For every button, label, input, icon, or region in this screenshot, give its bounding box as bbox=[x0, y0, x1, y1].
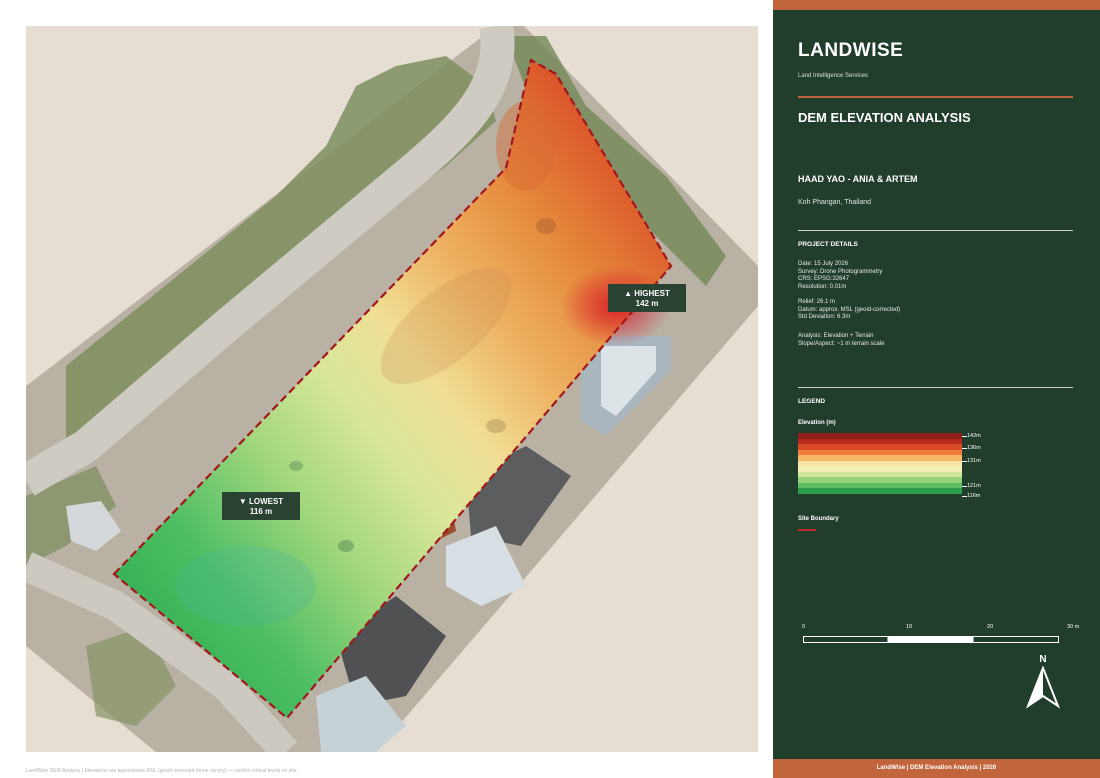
divider bbox=[798, 230, 1073, 231]
legend-heading: LEGEND bbox=[798, 398, 826, 405]
elevation-color-ramp bbox=[798, 433, 962, 499]
detail-line: Datum: approx. MSL (geoid-corrected) bbox=[798, 306, 901, 313]
details-group: Relief: 26.1 m Datum: approx. MSL (geoid… bbox=[798, 299, 900, 322]
brand-subtitle: Land Intelligence Services bbox=[798, 73, 869, 79]
detail-line: Relief: 26.1 m bbox=[798, 299, 836, 305]
divider bbox=[798, 387, 1073, 388]
legend-tick-136: 136m bbox=[967, 445, 981, 451]
detail-line: Std Deviation: 6.3m bbox=[798, 314, 851, 320]
details-group: Analysis: Elevation + Terrain Slope/Aspe… bbox=[798, 333, 885, 348]
detail-line: Date: 15 July 2026 bbox=[798, 261, 849, 267]
scale-label-0: 0 bbox=[802, 624, 806, 630]
side-panel: LANDWISE Land Intelligence Services DEM … bbox=[773, 0, 1100, 778]
boundary-legend-heading: Site Boundary bbox=[798, 516, 839, 522]
lowest-value: 116 m bbox=[249, 507, 273, 516]
map-frame[interactable]: ▲ HIGHEST 142 m ▼ LOWEST 116 m bbox=[26, 26, 758, 752]
elevation-legend-heading: Elevation (m) bbox=[798, 420, 836, 426]
north-arrow: N bbox=[1023, 654, 1063, 710]
legend-tick-131: 131m bbox=[967, 458, 981, 464]
footer-bar: LandWise | DEM Elevation Analysis | 2026 bbox=[773, 759, 1100, 778]
scale-label-30: 30 m bbox=[1067, 624, 1080, 630]
scale-bar: 0 10 20 30 m bbox=[798, 624, 1079, 648]
scale-label-10: 10 bbox=[906, 624, 913, 630]
highest-callout: ▲ HIGHEST 142 m bbox=[608, 284, 686, 312]
detail-line: Resolution: 0.01m bbox=[798, 283, 847, 290]
detail-line: Slope/Aspect: ~1 m terrain scale bbox=[798, 340, 885, 347]
lowest-label: ▼ LOWEST bbox=[238, 497, 284, 506]
north-label: N bbox=[1039, 654, 1047, 665]
detail-line: CRS: EPSG:32647 bbox=[798, 276, 850, 282]
boundary-swatch bbox=[798, 529, 816, 531]
north-arrow-icon bbox=[1025, 666, 1061, 709]
top-accent-bar bbox=[773, 0, 1100, 10]
legend-tick-116: 116m bbox=[967, 493, 981, 499]
lowest-callout: ▼ LOWEST 116 m bbox=[222, 492, 300, 520]
detail-line: Survey: Drone Photogrammetry bbox=[798, 268, 883, 275]
highest-label: ▲ HIGHEST bbox=[624, 289, 670, 298]
document-title: DEM ELEVATION ANALYSIS bbox=[798, 110, 971, 125]
highest-value: 142 m bbox=[635, 299, 659, 308]
details-group: Date: 15 July 2026 Survey: Drone Photogr… bbox=[798, 261, 882, 291]
scale-label-20: 20 bbox=[987, 624, 994, 630]
legend-band-10 bbox=[798, 488, 962, 494]
legend-tick-142: 142m bbox=[967, 433, 981, 439]
project-details-heading: PROJECT DETAILS bbox=[798, 241, 858, 248]
project-name: HAAD YAO - ANIA & ARTEM bbox=[798, 174, 918, 184]
divider bbox=[798, 96, 1073, 98]
footer-text: LandWise | DEM Elevation Analysis | 2026 bbox=[876, 765, 997, 771]
scale-bar-graphic bbox=[803, 636, 1059, 643]
project-location: Koh Phangan, Thailand bbox=[798, 199, 872, 206]
legend-tick-121: 121m bbox=[967, 483, 981, 489]
detail-line: Analysis: Elevation + Terrain bbox=[798, 333, 874, 339]
footer-note: LandWise DEM Analysis | Elevations are a… bbox=[26, 768, 298, 774]
map-canvas[interactable] bbox=[26, 26, 758, 752]
brand-name: LANDWISE bbox=[798, 40, 904, 61]
